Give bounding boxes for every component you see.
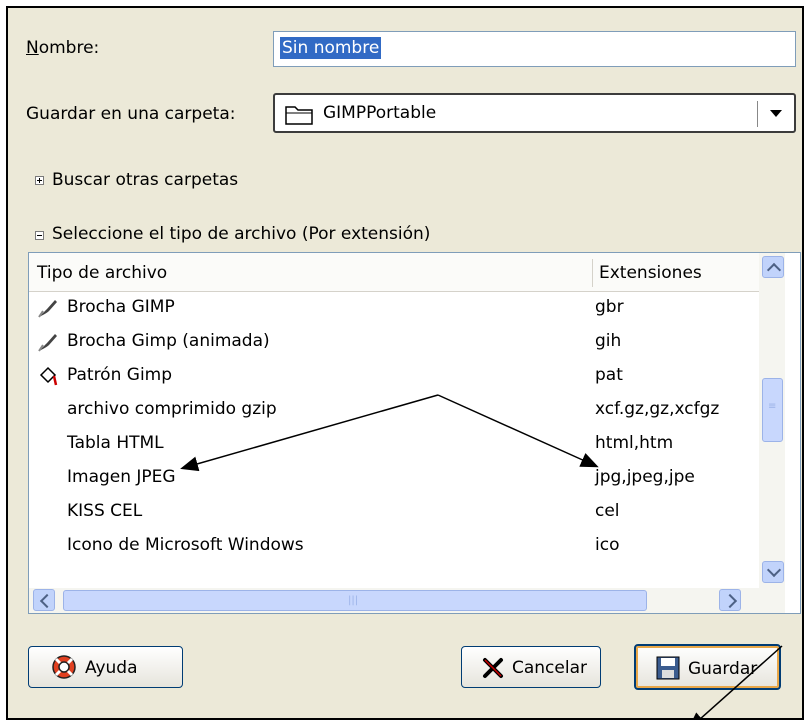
save-dialog: Nombre: Sin nombre Guardar en una carpet… <box>6 6 804 720</box>
annotation-arrows <box>180 394 783 718</box>
